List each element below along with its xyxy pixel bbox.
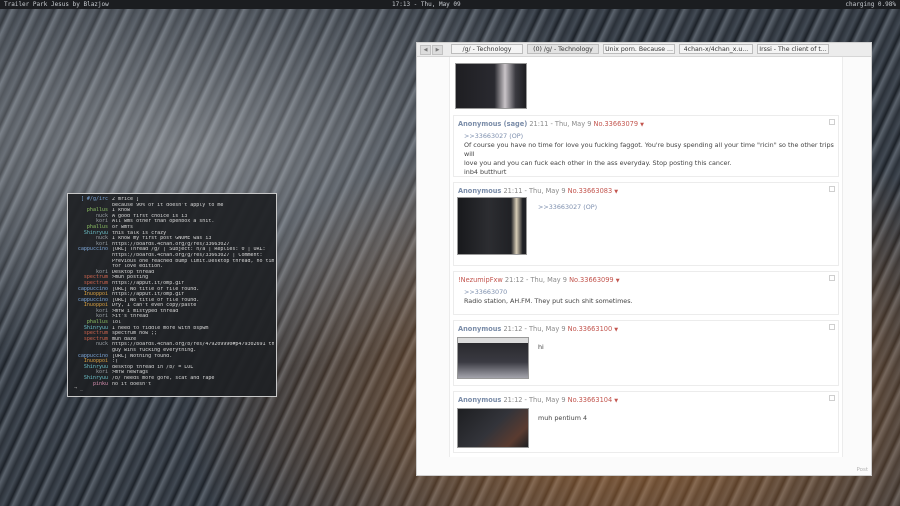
post-33663099: !NezumipFxw 21:12 - Thu, May 9 No.336630… [453, 271, 839, 315]
post-header: Anonymous (sage) 21:11 - Thu, May 9 No.3… [458, 120, 644, 128]
post-33663083: Anonymous 21:11 - Thu, May 9 No.33663083… [453, 182, 839, 266]
tab-label: Irssi - The client of t... [759, 46, 827, 53]
post-text-line: muh pentium 4 [538, 414, 588, 422]
thread-container: Anonymous (sage) 21:11 - Thu, May 9 No.3… [449, 57, 843, 457]
post-text-line: hi [538, 343, 544, 351]
battery-status: charging 0.98% [845, 1, 896, 8]
post-text-line: Of course you have no time for love you … [464, 141, 834, 158]
window-title: Trailer Park Jesus by Blazjow [4, 1, 109, 8]
post-thumbnail[interactable] [457, 337, 529, 379]
tab-label: 4chan-x/4chan_x.u... [683, 46, 749, 53]
post-thumbnail[interactable] [457, 197, 527, 255]
menu-arrow-icon[interactable]: ▼ [614, 398, 618, 404]
irc-log: [ #/g/irc 2 mrice ] because 90% of it do… [72, 196, 274, 388]
back-button[interactable]: ◀ [420, 45, 431, 55]
poster-name: Anonymous [458, 187, 502, 195]
post-date: 21:11 - Thu, May 9 [529, 120, 592, 128]
tab-unix-porn[interactable]: Unix porn. Because ... [603, 44, 675, 54]
irc-line: pinku no it doesn't [72, 381, 274, 388]
post-date: 21:12 - Thu, May 9 [503, 325, 566, 333]
post-body: >>33663070 Radio station, AH.FM. They pu… [464, 288, 834, 306]
post-number[interactable]: No.33663099 [569, 276, 614, 284]
post-date: 21:11 - Thu, May 9 [503, 187, 566, 195]
forward-arrow-icon: ▶ [435, 47, 440, 53]
post-number[interactable]: No.33663100 [568, 325, 613, 333]
post-number[interactable]: No.33663104 [568, 396, 613, 404]
post-body: hi [538, 343, 544, 352]
clock: 17:13 - Thu, May 09 [392, 1, 461, 8]
tab-g-technology-active[interactable]: (0) /g/ - Technology [527, 44, 599, 54]
post-33663104: Anonymous 21:12 - Thu, May 9 No.33663104… [453, 391, 839, 453]
browser-window: ◀ ▶ /g/ - Technology (0) /g/ - Technolog… [416, 42, 872, 476]
menu-arrow-icon[interactable]: ▼ [640, 122, 644, 128]
post-quotelink[interactable]: >>33663070 [464, 288, 834, 297]
post-menu-toggle[interactable] [829, 324, 835, 330]
post-menu-toggle[interactable] [829, 275, 835, 281]
page-content: Anonymous (sage) 21:11 - Thu, May 9 No.3… [417, 57, 871, 475]
post-33663079: Anonymous (sage) 21:11 - Thu, May 9 No.3… [453, 115, 839, 177]
irc-terminal-window[interactable]: [ #/g/irc 2 mrice ] because 90% of it do… [67, 193, 277, 397]
post-body: muh pentium 4 [538, 414, 587, 423]
menu-arrow-icon[interactable]: ▼ [616, 278, 620, 284]
irc-message: no it doesn't [112, 381, 152, 387]
post-number[interactable]: No.33663079 [594, 120, 639, 128]
irc-input-prompt[interactable]: → _ [74, 386, 83, 392]
poster-name: Anonymous (sage) [458, 120, 528, 128]
post-header: Anonymous 21:12 - Thu, May 9 No.33663100… [458, 325, 618, 333]
post-33663100: Anonymous 21:12 - Thu, May 9 No.33663100… [453, 320, 839, 386]
post-menu-toggle[interactable] [829, 119, 835, 125]
poster-tripcode: !NezumipFxw [458, 276, 503, 284]
post-number[interactable]: No.33663083 [568, 187, 613, 195]
top-panel: Trailer Park Jesus by Blazjow 17:13 - Th… [0, 0, 900, 9]
tab-label: (0) /g/ - Technology [533, 46, 593, 53]
post-menu-toggle[interactable] [829, 395, 835, 401]
tab-irssi[interactable]: Irssi - The client of t... [757, 44, 829, 54]
post-date: 21:12 - Thu, May 9 [503, 396, 566, 404]
menu-arrow-icon[interactable]: ▼ [614, 327, 618, 333]
post-header: !NezumipFxw 21:12 - Thu, May 9 No.336630… [458, 276, 620, 284]
post-body: >>33663027 (OP) [538, 203, 597, 212]
post-quotelink[interactable]: >>33663027 (OP) [538, 203, 597, 212]
post-thumbnail[interactable] [455, 63, 527, 109]
post-form-link[interactable]: Post [856, 467, 868, 473]
post-menu-toggle[interactable] [829, 186, 835, 192]
menu-arrow-icon[interactable]: ▼ [614, 189, 618, 195]
post-text-line: inb4 butthurt [464, 168, 507, 176]
tab-4chan-x[interactable]: 4chan-x/4chan_x.u... [679, 44, 753, 54]
forward-button[interactable]: ▶ [432, 45, 443, 55]
tab-label: Unix porn. Because ... [605, 46, 673, 53]
tab-bar: ◀ ▶ /g/ - Technology (0) /g/ - Technolog… [417, 43, 871, 57]
post-text-line: love you and you can fuck each other in … [464, 159, 732, 167]
post-quotelink[interactable]: >>33663027 (OP) [464, 132, 834, 141]
post-thumbnail[interactable] [457, 408, 529, 448]
poster-name: Anonymous [458, 325, 502, 333]
tab-label: /g/ - Technology [462, 46, 512, 53]
post-body: >>33663027 (OP) Of course you have no ti… [464, 132, 834, 177]
post-header: Anonymous 21:11 - Thu, May 9 No.33663083… [458, 187, 618, 195]
post-text-line: Radio station, AH.FM. They put such shit… [464, 297, 633, 305]
post-header: Anonymous 21:12 - Thu, May 9 No.33663104… [458, 396, 618, 404]
poster-name: Anonymous [458, 396, 502, 404]
post-date: 21:12 - Thu, May 9 [504, 276, 567, 284]
back-arrow-icon: ◀ [423, 47, 428, 53]
tab-g-technology[interactable]: /g/ - Technology [451, 44, 523, 54]
